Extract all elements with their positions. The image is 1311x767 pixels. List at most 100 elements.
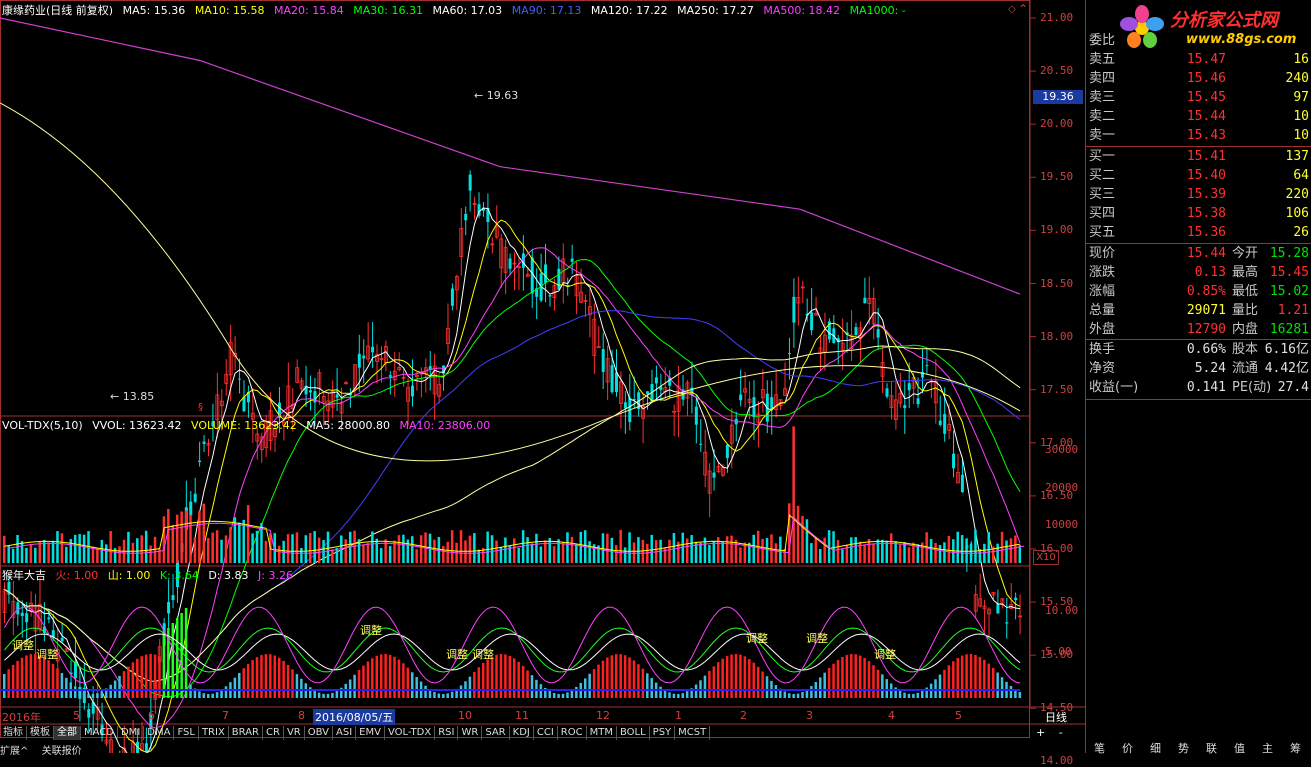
indicator-tab[interactable]: TRIX bbox=[199, 726, 229, 740]
zoom-out-button[interactable]: - bbox=[1059, 726, 1063, 739]
volume-bar bbox=[606, 533, 609, 563]
indicator-tab[interactable]: WR bbox=[458, 726, 483, 740]
quote-row: 总量 29071 量比 1.21 bbox=[1086, 301, 1311, 320]
volume-bar bbox=[162, 516, 166, 563]
fundamental-label: 流通 bbox=[1232, 361, 1259, 376]
indicator-tab[interactable]: MTM bbox=[587, 726, 617, 740]
indicator-bar bbox=[16, 660, 19, 698]
indicator-signal-label: 调整 bbox=[874, 648, 896, 661]
indicator-tab[interactable]: ROC bbox=[558, 726, 587, 740]
indicator-tab[interactable]: MCST bbox=[675, 726, 711, 740]
indicator-tab[interactable]: RSI bbox=[435, 726, 459, 740]
panel-tab[interactable]: 值 bbox=[1234, 740, 1245, 756]
quote-label: 外盘 bbox=[1089, 322, 1116, 337]
zoom-in-button[interactable]: + bbox=[1036, 726, 1045, 739]
indicator-tab[interactable]: 全部 bbox=[54, 726, 81, 740]
chart-canvas[interactable] bbox=[0, 0, 1085, 753]
volume-bar bbox=[38, 542, 41, 563]
indicator-tab[interactable]: DMA bbox=[144, 726, 175, 740]
ask-label: 卖四 bbox=[1089, 71, 1116, 86]
volume-bar bbox=[907, 547, 911, 563]
panel-tab[interactable]: 细 bbox=[1150, 740, 1161, 756]
indicator-tab[interactable]: OBV bbox=[305, 726, 333, 740]
indicator-tab[interactable]: BOLL bbox=[617, 726, 650, 740]
bid-row[interactable]: 买三 15.39 220 bbox=[1086, 185, 1311, 204]
volume-bar bbox=[220, 539, 223, 563]
fundamental-value: 0.66% bbox=[1186, 342, 1226, 357]
indicator-tab[interactable]: PSY bbox=[650, 726, 676, 740]
indicator-tab[interactable]: VR bbox=[284, 726, 305, 740]
indicator-bar bbox=[526, 670, 529, 698]
panel-tab[interactable]: 笔 bbox=[1094, 740, 1105, 756]
indicator-bar bbox=[983, 659, 986, 698]
volume-bar bbox=[885, 540, 889, 563]
expand-link[interactable]: 扩展^ bbox=[0, 746, 28, 757]
indicator-bar bbox=[943, 669, 946, 698]
linked-quote-link[interactable]: 关联报价 bbox=[42, 746, 82, 757]
indicator-bar bbox=[411, 672, 414, 698]
panel-tab[interactable]: 势 bbox=[1178, 740, 1189, 756]
indicator-tab[interactable]: FSL bbox=[174, 726, 199, 740]
panel-tab[interactable]: 价 bbox=[1122, 740, 1133, 756]
indicator-name[interactable]: 猴年大吉 bbox=[2, 569, 46, 582]
ask-row[interactable]: 卖三 15.45 97 bbox=[1086, 88, 1311, 107]
logo-url: www.88gs.com bbox=[1186, 32, 1297, 47]
indicator-tab[interactable]: SAR bbox=[482, 726, 510, 740]
ask-row[interactable]: 卖五 15.47 16 bbox=[1086, 50, 1311, 69]
indicator-tab[interactable]: EMV bbox=[356, 726, 385, 740]
indicator-bar bbox=[282, 660, 285, 698]
indicator-tab[interactable]: CR bbox=[263, 726, 284, 740]
fundamental-value: 5.24 bbox=[1194, 361, 1226, 376]
volume-bar bbox=[442, 546, 445, 563]
indicator-tab[interactable]: KDJ bbox=[510, 726, 534, 740]
panel-tab-bar: 笔价细势联值主筹 bbox=[1086, 740, 1311, 756]
price-axis-label: 19.50 bbox=[1040, 170, 1074, 184]
vol-indicator-name[interactable]: VOL-TDX(5,10) bbox=[2, 419, 83, 432]
indicator-tab[interactable]: DMI bbox=[118, 726, 145, 740]
candle-body bbox=[357, 353, 361, 368]
indicator-tab[interactable]: ASI bbox=[333, 726, 357, 740]
indicator-bar bbox=[796, 693, 800, 698]
candle-body bbox=[699, 443, 703, 445]
indicator-bar bbox=[1018, 691, 1022, 698]
diamond-icon[interactable]: ◇ bbox=[1008, 4, 1016, 15]
main-chart-header: 康缘药业(日线 前复权) MA5: 15.36 MA10: 15.58 MA20… bbox=[2, 3, 912, 19]
ask-row[interactable]: 卖四 15.46 240 bbox=[1086, 69, 1311, 88]
indicator-bar bbox=[646, 673, 649, 698]
indicator-tab[interactable]: 指标 bbox=[0, 726, 27, 740]
quote-value: 15.28 bbox=[1269, 246, 1309, 261]
indicator-bar bbox=[162, 633, 166, 698]
volume-bar bbox=[867, 538, 871, 563]
indicator-bar bbox=[322, 693, 325, 698]
d-value: D: 3.83 bbox=[208, 569, 249, 582]
quote-label: 内盘 bbox=[1232, 322, 1259, 337]
quote-label: 最低 bbox=[1232, 284, 1259, 299]
period-label[interactable]: 日线 bbox=[1045, 709, 1067, 725]
panel-tab[interactable]: 联 bbox=[1206, 740, 1217, 756]
indicator-tab[interactable]: 模板 bbox=[27, 726, 54, 740]
bid-row[interactable]: 买二 15.40 64 bbox=[1086, 166, 1311, 185]
indicator-bar bbox=[189, 684, 192, 698]
ask-row[interactable]: 卖一 15.43 10 bbox=[1086, 126, 1311, 145]
indicator-tab[interactable]: MACD bbox=[81, 726, 118, 740]
indicator-bar bbox=[539, 684, 543, 698]
chevron-up-icon[interactable]: ⌃ bbox=[1018, 2, 1028, 16]
bid-row[interactable]: 买五 15.36 26 bbox=[1086, 223, 1311, 242]
candle-body bbox=[557, 268, 561, 290]
indicator-bar bbox=[947, 665, 951, 698]
bid-row[interactable]: 买四 15.38 106 bbox=[1086, 204, 1311, 223]
panel-tab[interactable]: 筹 bbox=[1290, 740, 1301, 756]
fundamental-label: 股本 bbox=[1232, 342, 1259, 357]
bid-row[interactable]: 买一 15.41 137 bbox=[1086, 147, 1311, 166]
panel-tab[interactable]: 主 bbox=[1262, 740, 1273, 756]
indicator-tab[interactable]: VOL-TDX bbox=[385, 726, 436, 740]
ask-row[interactable]: 卖二 15.44 10 bbox=[1086, 107, 1311, 126]
vol-ma10-label: MA10: 23806.00 bbox=[399, 419, 491, 432]
indicator-tab[interactable]: BRAR bbox=[229, 726, 263, 740]
candle-body bbox=[925, 365, 929, 367]
indicator-tab[interactable]: CCI bbox=[534, 726, 558, 740]
volume-bar bbox=[1018, 545, 1022, 563]
volume-bar bbox=[184, 510, 188, 563]
low-annotation: ← 13.85 bbox=[110, 390, 155, 403]
volume-axis-label: 10000 bbox=[1045, 518, 1079, 531]
